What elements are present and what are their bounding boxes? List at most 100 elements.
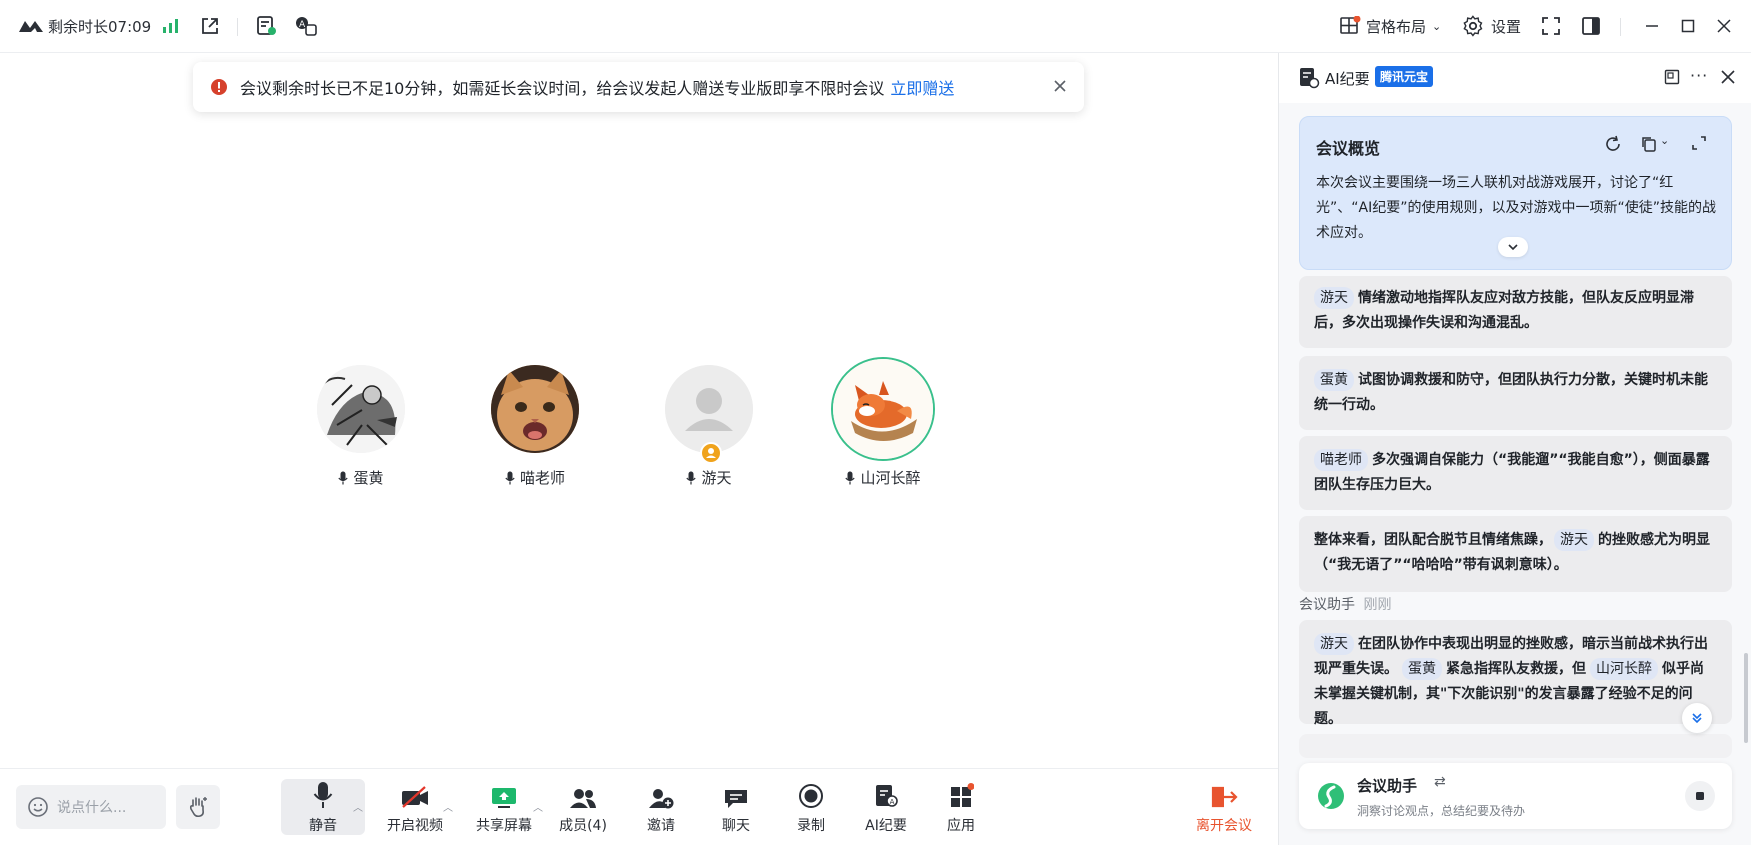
ai-minutes-icon <box>1298 67 1320 89</box>
apps-button[interactable]: 应用 <box>926 779 996 841</box>
scroll-to-bottom-button[interactable] <box>1682 703 1712 733</box>
stop-button[interactable] <box>1685 781 1715 811</box>
sidebar-toggle-icon[interactable] <box>1581 0 1601 52</box>
meeting-toolbar: 说点什么... 静音 ︿ 开启视频 ︿ 共享屏幕 ︿ 成员(4) 邀请 聊天 录… <box>0 768 1278 846</box>
mute-options-chevron-icon[interactable]: ︿ <box>353 799 363 814</box>
speaker-tag[interactable]: 山河长醉 <box>1590 658 1658 680</box>
record-button[interactable]: 录制 <box>776 779 846 841</box>
avatar <box>317 365 405 453</box>
close-window-icon[interactable] <box>1716 0 1732 52</box>
copy-icon[interactable] <box>1640 135 1658 153</box>
grid-layout-icon[interactable] <box>1339 0 1361 52</box>
summary-text: 情绪激动地指挥队友应对敌方技能，但队友反应明显滞后，多次出现操作失误和沟通混乱。 <box>1314 290 1694 331</box>
settings-gear-icon[interactable] <box>1462 0 1484 52</box>
participant-name: 蛋黄 <box>353 469 384 487</box>
fullscreen-icon[interactable] <box>1541 0 1561 52</box>
expand-overview-button[interactable] <box>1498 237 1528 257</box>
speaker-tag[interactable]: 蛋黄 <box>1402 658 1442 680</box>
video-options-chevron-icon[interactable]: ︿ <box>443 799 453 814</box>
translate-icon[interactable]: A <box>294 0 318 52</box>
gift-now-link[interactable]: 立即赠送 <box>890 75 954 99</box>
time-limit-notice: 会议剩余时长已不足10分钟，如需延长会议时间，给会议发起人赠送专业版即享不限时会… <box>193 62 1084 112</box>
settings-button[interactable]: 设置 <box>1491 0 1521 52</box>
meeting-assistant-bar[interactable]: 会议助手 ⇄ 洞察讨论观点，总结纪要及待办 <box>1299 763 1732 829</box>
assistant-logo-icon <box>1317 782 1345 810</box>
raise-hand-button[interactable] <box>176 785 220 829</box>
raise-hand-icon <box>186 795 210 819</box>
error-icon <box>210 78 228 96</box>
mute-label: 静音 <box>309 818 337 834</box>
assistant-title: 会议助手 <box>1357 777 1418 795</box>
minimize-icon[interactable] <box>1644 0 1660 52</box>
mic-icon <box>686 471 697 485</box>
add-user-icon <box>647 779 675 809</box>
chevron-down-icon[interactable]: ⌄ <box>1432 0 1441 52</box>
participant-name: 喵老师 <box>519 469 565 487</box>
microphone-icon <box>313 779 333 809</box>
participant-name: 山河长醉 <box>860 469 921 487</box>
speaker-tag[interactable]: 蛋黄 <box>1314 369 1354 391</box>
ai-minutes-icon: A <box>873 779 899 809</box>
members-icon <box>569 779 597 809</box>
participant-tile[interactable]: 山河长醉 <box>818 357 948 488</box>
overview-body: 本次会议主要围绕一场三人联机对战游戏展开，讨论了“红光”、“AI纪要”的使用规则… <box>1316 175 1716 241</box>
avatar <box>491 365 579 453</box>
record-icon <box>798 779 824 809</box>
leave-meeting-button[interactable]: 离开会议 <box>1184 779 1264 841</box>
members-button[interactable]: 成员(4) <box>548 779 618 841</box>
video-off-icon <box>400 779 430 809</box>
chat-quick-input[interactable]: 说点什么... <box>16 785 166 829</box>
close-notice-icon[interactable] <box>1052 78 1068 94</box>
refresh-icon[interactable] <box>1604 135 1622 153</box>
share-options-chevron-icon[interactable]: ︿ <box>533 799 543 814</box>
popout-icon[interactable] <box>1664 69 1680 85</box>
panel-header: AI纪要 腾讯元宝 ··· <box>1279 53 1751 103</box>
speaker-tag[interactable]: 游天 <box>1314 633 1354 655</box>
mic-icon <box>845 471 856 485</box>
avatar-speaking <box>831 357 935 461</box>
close-panel-icon[interactable] <box>1720 69 1736 85</box>
participant-tile[interactable]: 喵老师 <box>470 365 600 488</box>
emoji-icon[interactable] <box>27 796 49 818</box>
share-screen-button[interactable]: 共享屏幕 <box>464 779 544 841</box>
double-chevron-down-icon <box>1690 711 1704 725</box>
overview-title: 会议概览 <box>1316 139 1381 158</box>
summary-card: 喵老师 多次强调自保能力（“我能遛”“我能自愈”），侧面暴露团队生存压力巨大。 <box>1299 436 1732 510</box>
apps-grid-icon <box>948 779 974 809</box>
speaker-tag[interactable]: 喵老师 <box>1314 449 1368 471</box>
assistant-section-label: 会议助手 刚刚 <box>1299 594 1391 614</box>
chat-placeholder: 说点什么... <box>57 800 127 816</box>
meeting-stage <box>0 53 1278 768</box>
leave-icon <box>1210 779 1238 809</box>
invite-button[interactable]: 邀请 <box>626 779 696 841</box>
share-screen-icon <box>490 779 518 809</box>
copy-options-chevron-icon[interactable]: ⌄ <box>1660 134 1669 147</box>
meeting-info-icon[interactable] <box>256 0 278 52</box>
ai-minutes-panel: AI纪要 腾讯元宝 ··· 游天 情绪激动地指挥队友应对敌方技能，但队友反应明显滞… <box>1278 53 1751 845</box>
chevron-down-icon <box>1507 242 1519 252</box>
participant-tile[interactable]: 游天 <box>644 365 774 488</box>
mic-icon <box>505 471 515 485</box>
participant-name: 游天 <box>701 469 732 487</box>
host-badge-icon <box>700 442 722 464</box>
signal-strength-icon[interactable] <box>162 0 180 52</box>
open-external-icon[interactable] <box>200 0 220 52</box>
ai-minutes-button[interactable]: A AI纪要 <box>851 779 921 841</box>
grid-layout-button[interactable]: 宫格布局 <box>1366 0 1426 52</box>
switch-icon[interactable]: ⇄ <box>1434 774 1446 790</box>
mic-icon <box>338 471 349 485</box>
panel-scrollbar[interactable] <box>1744 653 1748 743</box>
assistant-section-title: 会议助手 <box>1299 597 1355 613</box>
summary-text: 试图协调救援和防守，但团队执行力分散，关键时机未能统一行动。 <box>1314 372 1708 413</box>
app-logo-icon <box>18 0 44 52</box>
maximize-icon[interactable] <box>1680 0 1696 52</box>
more-options-icon[interactable]: ··· <box>1690 66 1708 85</box>
time-remaining: 剩余时长07:09 <box>48 17 152 36</box>
assistant-section-time: 刚刚 <box>1363 597 1392 613</box>
summary-card: 游天 情绪激动地指挥队友应对敌方技能，但队友反应明显滞后，多次出现操作失误和沟通混… <box>1299 276 1732 348</box>
speaker-tag[interactable]: 游天 <box>1554 529 1594 551</box>
participant-tile[interactable]: 蛋黄 <box>296 365 426 488</box>
chat-button[interactable]: 聊天 <box>701 779 771 841</box>
speaker-tag[interactable]: 游天 <box>1314 287 1354 309</box>
expand-icon[interactable] <box>1691 135 1707 151</box>
